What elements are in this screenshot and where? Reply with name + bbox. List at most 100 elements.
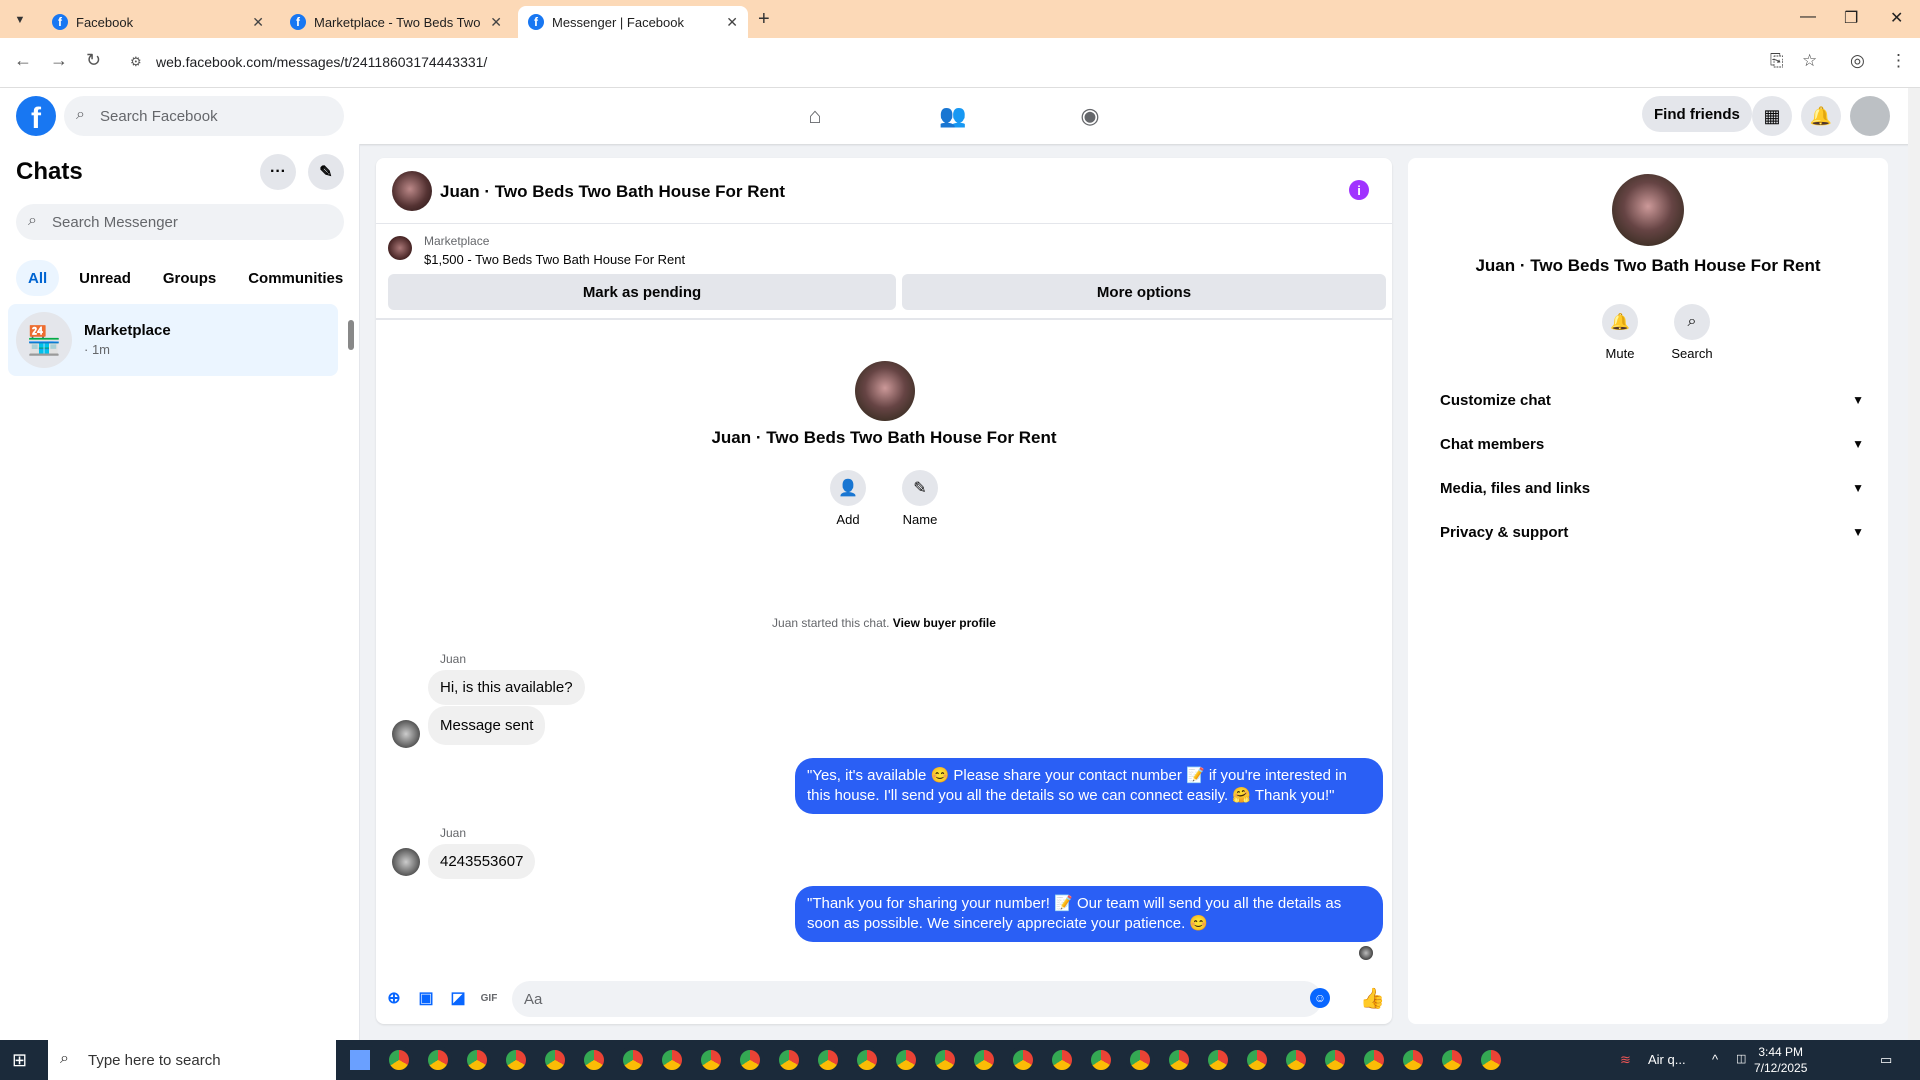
- bookmark-star-icon[interactable]: ☆: [1802, 51, 1817, 71]
- chrome-icon[interactable]: [775, 1046, 803, 1074]
- chrome-icon[interactable]: [1438, 1046, 1466, 1074]
- back-icon[interactable]: ←: [14, 50, 32, 71]
- search-conversation-button[interactable]: ⌕ Search: [1662, 304, 1722, 361]
- listing-description[interactable]: $1,500 - Two Beds Two Bath House For Ren…: [424, 252, 685, 267]
- chrome-icon[interactable]: [697, 1046, 725, 1074]
- chrome-icon[interactable]: [853, 1046, 881, 1074]
- browser-tab-marketplace[interactable]: f Marketplace - Two Beds Two Ba ✕: [280, 6, 512, 38]
- info-icon[interactable]: i: [1349, 180, 1369, 200]
- url-field[interactable]: ⚙ web.facebook.com/messages/t/2411860317…: [122, 45, 1844, 79]
- privacy-support-section[interactable]: Privacy & support ▼: [1424, 512, 1872, 552]
- conversation-title[interactable]: Juan · Two Beds Two Bath House For Rent: [440, 182, 785, 202]
- chat-list-scrollbar[interactable]: [346, 304, 358, 364]
- chrome-icon[interactable]: [1165, 1046, 1193, 1074]
- taskbar-search-input[interactable]: ⌕ Type here to search: [48, 1040, 336, 1080]
- groups-icon[interactable]: ◉: [1070, 100, 1110, 132]
- filter-communities[interactable]: Communities: [236, 260, 355, 296]
- incoming-message[interactable]: 4243553607: [428, 844, 536, 879]
- chrome-icon[interactable]: [1048, 1046, 1076, 1074]
- weather-icon[interactable]: ≋: [1620, 1052, 1631, 1068]
- mute-button[interactable]: 🔔 Mute: [1590, 304, 1650, 361]
- mark-as-pending-button[interactable]: Mark as pending: [388, 274, 896, 310]
- chrome-icon[interactable]: [1477, 1046, 1505, 1074]
- listing-thumbnail[interactable]: [388, 236, 412, 260]
- new-message-icon[interactable]: ✎: [308, 154, 344, 190]
- notifications-bell-icon[interactable]: 🔔: [1801, 96, 1841, 136]
- chat-members-section[interactable]: Chat members ▼: [1424, 424, 1872, 464]
- outgoing-message[interactable]: "Yes, it's available 😊 Please share your…: [795, 758, 1383, 814]
- chrome-icon[interactable]: [1243, 1046, 1271, 1074]
- notifications-icon[interactable]: ▭: [1880, 1052, 1892, 1068]
- add-people-button[interactable]: 👤 Add: [818, 470, 878, 527]
- chat-list-item[interactable]: 🏪 Marketplace · 1m: [8, 304, 338, 376]
- menu-grid-icon[interactable]: ▦: [1752, 96, 1792, 136]
- restore-icon[interactable]: ❐: [1844, 8, 1858, 28]
- media-files-links-section[interactable]: Media, files and links ▼: [1424, 468, 1872, 508]
- filter-unread[interactable]: Unread: [67, 260, 143, 296]
- emoji-icon[interactable]: ☺: [1310, 988, 1330, 1008]
- chrome-icon[interactable]: [1399, 1046, 1427, 1074]
- network-icon[interactable]: ◫: [1736, 1052, 1746, 1065]
- chrome-icon[interactable]: [1009, 1046, 1037, 1074]
- new-tab-icon[interactable]: +: [758, 8, 770, 31]
- windows-start-icon[interactable]: ⊞: [12, 1050, 34, 1070]
- scrollbar-thumb[interactable]: [348, 320, 354, 350]
- outgoing-message[interactable]: "Thank you for sharing your number! 📝 Ou…: [795, 886, 1383, 942]
- chrome-icon[interactable]: [736, 1046, 764, 1074]
- chats-options-icon[interactable]: ···: [260, 154, 296, 190]
- close-tab-icon[interactable]: ✕: [252, 14, 264, 31]
- close-tab-icon[interactable]: ✕: [726, 14, 738, 31]
- copilot-icon[interactable]: [385, 1046, 413, 1074]
- tray-chevron-icon[interactable]: ^: [1712, 1052, 1718, 1067]
- chrome-icon[interactable]: [814, 1046, 842, 1074]
- conversation-avatar[interactable]: [392, 171, 432, 211]
- taskbar-clock[interactable]: 3:44 PM 7/12/2025: [1754, 1044, 1807, 1076]
- reload-icon[interactable]: ↻: [86, 50, 101, 71]
- filter-all[interactable]: All: [16, 260, 60, 296]
- sender-avatar[interactable]: [392, 848, 420, 876]
- page-scrollbar[interactable]: [1908, 88, 1920, 1040]
- chrome-icon[interactable]: [1087, 1046, 1115, 1074]
- chrome-icon[interactable]: [541, 1046, 569, 1074]
- plus-circle-icon[interactable]: ⊕: [384, 988, 404, 1008]
- find-friends-button[interactable]: Find friends: [1642, 96, 1752, 132]
- filter-groups[interactable]: Groups: [151, 260, 228, 296]
- thumbs-up-icon[interactable]: 👍: [1360, 986, 1385, 1011]
- messenger-search-input[interactable]: ⌕ Search Messenger: [16, 204, 344, 240]
- task-view-icon[interactable]: [346, 1046, 374, 1074]
- facebook-logo-icon[interactable]: f: [16, 96, 56, 136]
- chrome-icon[interactable]: [424, 1046, 452, 1074]
- sender-avatar[interactable]: [392, 720, 420, 748]
- customize-chat-section[interactable]: Customize chat ▼: [1424, 380, 1872, 420]
- more-options-button[interactable]: More options: [902, 274, 1386, 310]
- chrome-icon[interactable]: [1360, 1046, 1388, 1074]
- minimize-icon[interactable]: —: [1800, 8, 1816, 26]
- forward-icon[interactable]: →: [50, 50, 68, 71]
- chrome-icon[interactable]: [1282, 1046, 1310, 1074]
- chrome-icon[interactable]: [892, 1046, 920, 1074]
- account-avatar[interactable]: [1850, 96, 1890, 136]
- chrome-icon[interactable]: [1321, 1046, 1349, 1074]
- friends-icon[interactable]: 👥: [933, 100, 973, 132]
- incoming-message[interactable]: Message sent: [428, 706, 546, 745]
- site-info-icon[interactable]: ⚙: [130, 54, 142, 70]
- browser-tab-facebook[interactable]: f Facebook ✕: [42, 6, 274, 38]
- photo-icon[interactable]: ▣: [416, 988, 436, 1008]
- message-input[interactable]: Aa: [512, 981, 1322, 1017]
- chrome-icon[interactable]: [970, 1046, 998, 1074]
- close-tab-icon[interactable]: ✕: [490, 14, 502, 31]
- chrome-icon[interactable]: [931, 1046, 959, 1074]
- facebook-search-input[interactable]: ⌕ Search Facebook: [64, 96, 344, 136]
- close-window-icon[interactable]: ✕: [1890, 8, 1903, 28]
- chrome-icon[interactable]: [1126, 1046, 1154, 1074]
- profile-icon[interactable]: ◎: [1850, 51, 1865, 71]
- chrome-icon[interactable]: [502, 1046, 530, 1074]
- view-buyer-profile-link[interactable]: View buyer profile: [893, 616, 996, 630]
- chrome-icon[interactable]: [463, 1046, 491, 1074]
- chrome-icon[interactable]: [658, 1046, 686, 1074]
- sticker-icon[interactable]: ◪: [448, 988, 468, 1008]
- home-icon[interactable]: ⌂: [795, 100, 835, 132]
- browser-menu-icon[interactable]: ⋮: [1890, 51, 1907, 71]
- chrome-icon[interactable]: [580, 1046, 608, 1074]
- incoming-message[interactable]: Hi, is this available?: [428, 670, 585, 705]
